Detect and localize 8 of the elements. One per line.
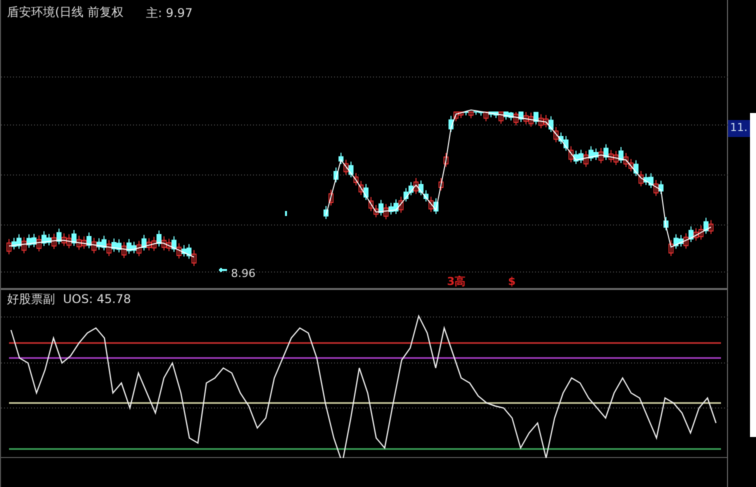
- low-price-label: 8.96: [231, 266, 256, 282]
- main-value: 主: 9.97: [146, 5, 193, 22]
- indicator-reading: UOS: 45.78: [63, 291, 132, 308]
- signal-marker: $: [508, 274, 516, 290]
- signal-marker: 3高: [447, 274, 466, 290]
- indicator-title: 好股票副: [7, 291, 55, 308]
- chart-title: 盾安环境(日线 前复权: [7, 4, 124, 21]
- price-axis-label: 11.: [728, 120, 750, 136]
